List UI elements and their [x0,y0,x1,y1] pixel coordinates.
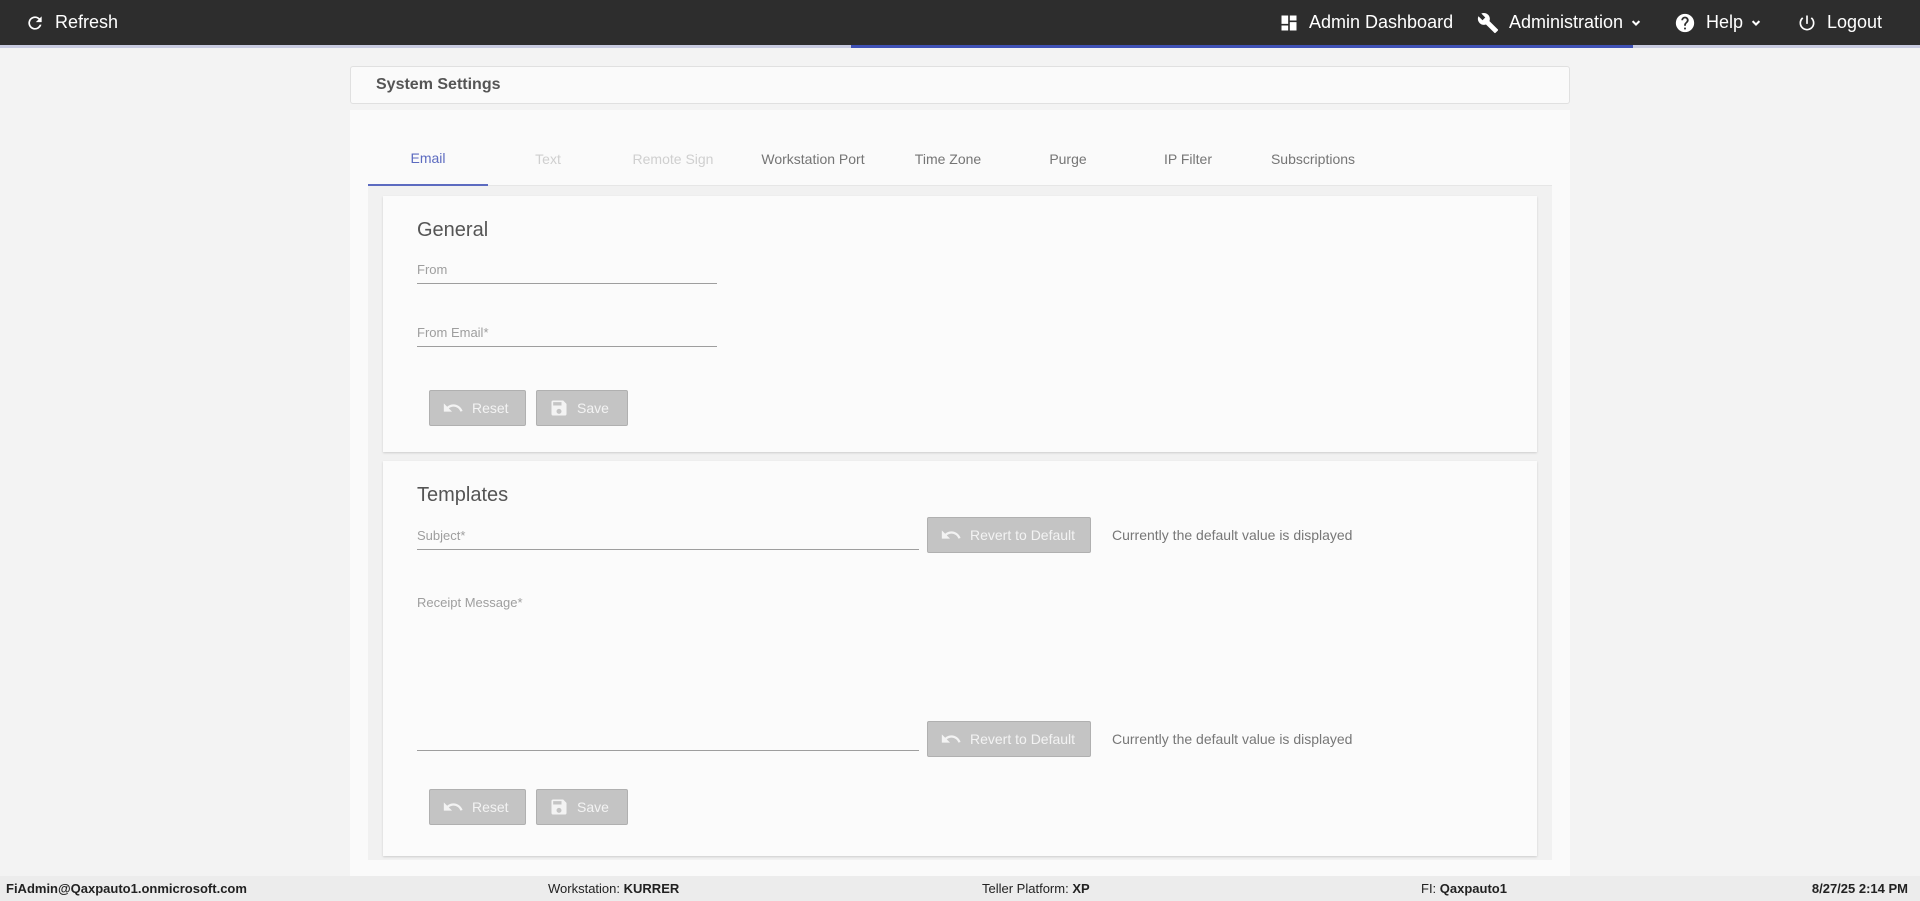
admin-dashboard-label: Admin Dashboard [1309,12,1454,32]
subject-revert-button[interactable]: Revert to Default [927,517,1091,553]
tab-email[interactable]: Email [368,132,488,186]
administration-menu[interactable]: Administration [1477,0,1643,45]
tab-time-zone[interactable]: Time Zone [888,132,1008,186]
loading-progress-fill [851,45,1633,48]
receipt-message-input[interactable] [417,730,919,746]
floppy-icon [551,400,567,416]
page-title: System Settings [350,66,1570,104]
receipt-revert-button[interactable]: Revert to Default [927,721,1091,757]
from-email-field: From Email* [417,319,717,347]
receipt-revert-label: Revert to Default [970,731,1076,747]
tab-subscriptions[interactable]: Subscriptions [1248,132,1378,186]
refresh-label: Refresh [55,12,119,32]
refresh-button[interactable]: Refresh [25,0,118,45]
receipt-default-hint: Currently the default value is displayed [1112,731,1353,747]
receipt-message-field: Receipt Message* [417,589,919,751]
status-bar: FiAdmin@Qaxpauto1.onmicrosoft.com Workst… [0,876,1920,901]
chevron-down-icon [1749,16,1763,30]
footer-platform: Teller Platform: XP [982,881,1090,896]
footer-fi-label: FI: [1421,881,1437,896]
floppy-icon [551,799,567,815]
general-card: General From From Email* Reset Save [383,196,1537,452]
tab-workstation-port[interactable]: Workstation Port [738,132,888,186]
tab-remote-sign[interactable]: Remote Sign [608,132,738,186]
general-save-button[interactable]: Save [536,390,628,426]
wrench-icon [1477,12,1499,34]
undo-icon [941,734,961,743]
settings-panel: Email Text Remote Sign Workstation Port … [350,110,1570,876]
footer-fi: FI: Qaxpauto1 [1421,881,1507,896]
templates-save-button[interactable]: Save [536,789,628,825]
undo-icon [941,530,961,539]
help-label: Help [1706,12,1744,32]
tab-ip-filter[interactable]: IP Filter [1128,132,1248,186]
templates-title: Templates [417,484,509,506]
general-save-label: Save [577,400,609,416]
admin-dashboard-button[interactable]: Admin Dashboard [1279,0,1453,45]
refresh-icon [25,13,45,33]
administration-label: Administration [1509,12,1624,32]
footer-user: FiAdmin@Qaxpauto1.onmicrosoft.com [6,881,247,896]
undo-icon [443,403,463,412]
footer-workstation-label: Workstation: [548,881,621,896]
subject-field: Subject* [417,522,919,550]
top-nav-bar: Refresh Admin Dashboard Administration H… [0,0,1920,48]
from-input[interactable] [417,263,717,279]
undo-icon [443,802,463,811]
loading-progress-bar [0,45,1920,48]
help-menu[interactable]: Help [1674,0,1763,45]
general-title: General [417,219,489,241]
templates-save-label: Save [577,799,609,815]
from-field: From [417,256,717,284]
tab-purge[interactable]: Purge [1008,132,1128,186]
general-reset-label: Reset [472,400,509,416]
tab-content: General From From Email* Reset Save Temp… [368,186,1552,860]
footer-workstation: Workstation: KURRER [548,881,679,896]
footer-workstation-value: KURRER [623,881,680,896]
logout-label: Logout [1827,12,1883,32]
templates-reset-label: Reset [472,799,509,815]
general-reset-button[interactable]: Reset [429,390,526,426]
tab-text[interactable]: Text [488,132,608,186]
receipt-message-label: Receipt Message* [417,595,523,610]
subject-input[interactable] [417,529,919,545]
footer-platform-value: XP [1072,881,1090,896]
from-email-input[interactable] [417,326,717,342]
dashboard-icon [1279,13,1299,33]
templates-reset-button[interactable]: Reset [429,789,526,825]
subject-default-hint: Currently the default value is displayed [1112,527,1353,543]
subject-revert-label: Revert to Default [970,527,1076,543]
templates-card: Templates Subject* Revert to Default Cur… [383,461,1537,856]
logout-button[interactable]: Logout [1797,0,1882,45]
footer-platform-label: Teller Platform: [982,881,1069,896]
footer-fi-value: Qaxpauto1 [1439,881,1507,896]
help-circle-icon [1674,12,1696,34]
chevron-down-icon [1629,16,1643,30]
power-icon [1797,13,1817,33]
settings-tabs: Email Text Remote Sign Workstation Port … [368,132,1552,186]
footer-datetime: 8/27/25 2:14 PM [1811,881,1908,896]
